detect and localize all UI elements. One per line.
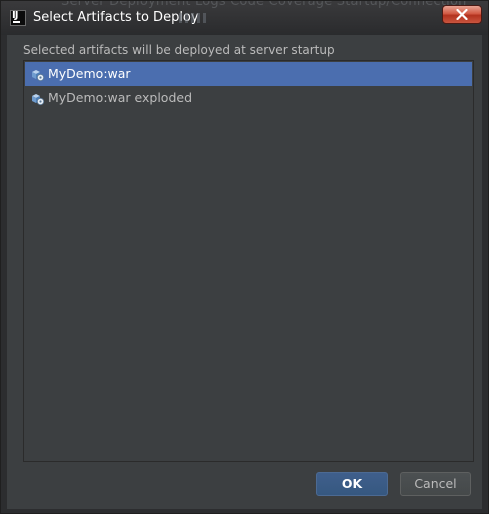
list-item-mydemo-war-exploded[interactable]: MyDemo:war exploded — [25, 86, 472, 110]
cancel-button[interactable]: Cancel — [400, 472, 471, 496]
dialog-content: Selected artifacts will be deployed at s… — [7, 35, 482, 509]
title-bar[interactable]: Server Deployment Logs Code Coverage Sta… — [1, 1, 488, 35]
dialog-window: Server Deployment Logs Code Coverage Sta… — [0, 0, 489, 514]
window-title: Select Artifacts to Deploy — [33, 10, 199, 25]
intellij-app-icon: IJ — [10, 10, 26, 26]
title-glass-decoration — [179, 13, 209, 23]
list-item-mydemo-war[interactable]: MyDemo:war — [25, 62, 472, 86]
close-button[interactable] — [442, 5, 482, 24]
ok-button[interactable]: OK — [316, 472, 388, 496]
artifact-label: MyDemo:war exploded — [48, 90, 193, 105]
artifact-list[interactable]: MyDemo:war MyDemo:war exploded — [23, 60, 474, 462]
artifact-label: MyDemo:war — [48, 66, 131, 81]
artifact-war-icon — [32, 70, 45, 82]
background-tab-strip: Server Deployment Logs Code Coverage Sta… — [61, 1, 467, 9]
close-icon — [456, 9, 468, 20]
window-frame-right — [482, 35, 488, 509]
artifact-war-exploded-icon — [32, 94, 45, 106]
instruction-label: Selected artifacts will be deployed at s… — [23, 43, 335, 57]
